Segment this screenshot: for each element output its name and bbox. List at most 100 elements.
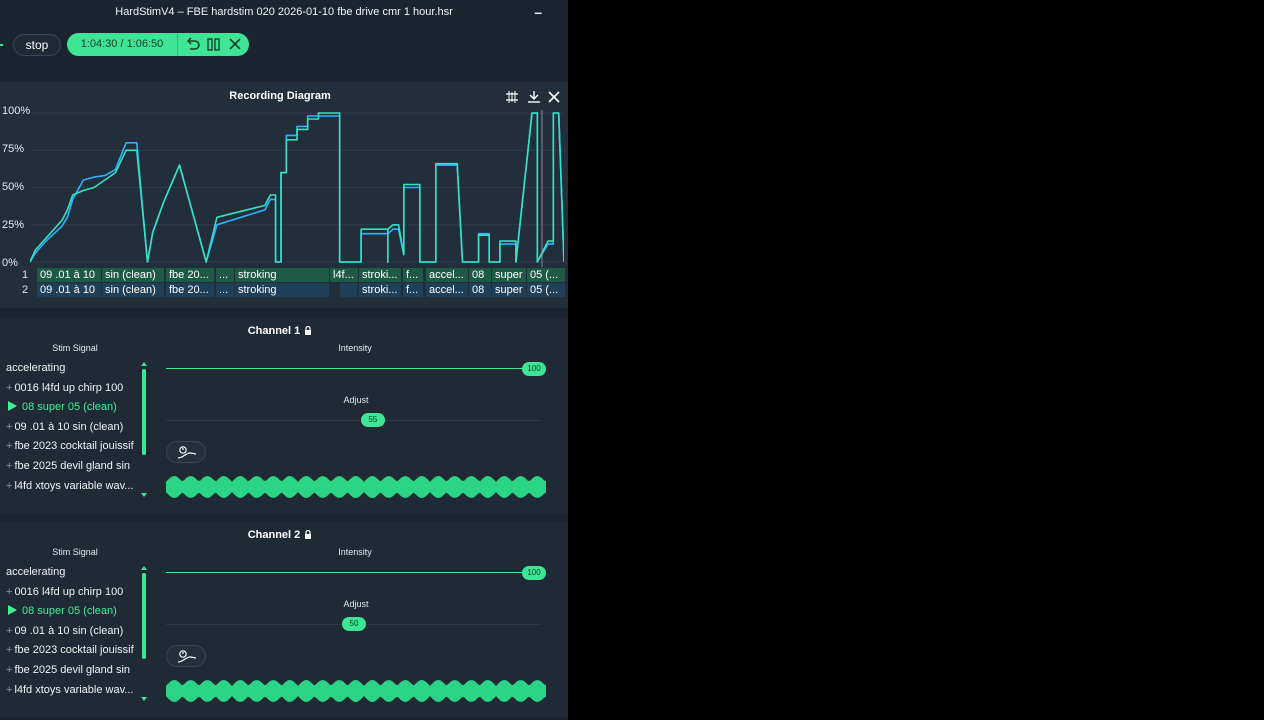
scroll-down-arrow[interactable]	[141, 493, 147, 497]
track-segment[interactable]: sin (clean)	[102, 268, 164, 282]
signal-item[interactable]: + fbe 2023 cocktail jouissif	[0, 437, 140, 457]
signal-prefix: +	[6, 440, 13, 453]
track-segment[interactable]: 08	[469, 283, 491, 297]
track-segment[interactable]: stroking	[235, 283, 329, 297]
signal-item-active[interactable]: 08 super 05 (clean)	[0, 398, 140, 418]
track-2[interactable]: 2 09 .01 à 10 sin (clean) fbe 20... ... …	[0, 283, 568, 297]
intensity-header: Intensity	[338, 547, 372, 557]
signal-prefix: +	[6, 585, 13, 598]
signal-item[interactable]: +0016 l4fd up chirp 100	[0, 583, 140, 603]
track-segment[interactable]: super	[492, 268, 526, 282]
waveform-graph-button[interactable]	[166, 645, 206, 667]
close-icon[interactable]	[226, 36, 244, 53]
track-segment[interactable]: fbe 20...	[166, 268, 214, 282]
signal-item[interactable]: + fbe 2023 cocktail jouissif	[0, 641, 140, 661]
track-segment[interactable]: 05 (...	[527, 268, 565, 282]
signal-label: fbe 2023 cocktail jouissif	[14, 644, 134, 657]
diagram-close-icon[interactable]	[547, 90, 561, 104]
track-segment[interactable]: 09 .01 à 10	[37, 283, 101, 297]
time-separator	[177, 33, 178, 56]
signal-item[interactable]: + fbe 2025 devil gland sin	[0, 661, 140, 681]
stim-signal-header: Stim Signal	[52, 343, 98, 353]
diagram-title: Recording Diagram	[229, 90, 331, 102]
track-segment[interactable]: stroki...	[359, 268, 401, 282]
track-segment[interactable]: stroking	[235, 268, 329, 282]
y-tick-label: 100%	[2, 105, 31, 117]
channel-2-panel: Channel 2 Stim Signal Intensity accelera…	[0, 522, 568, 717]
download-icon[interactable]	[527, 90, 541, 104]
track-segment[interactable]: f...	[403, 283, 423, 297]
track-segment[interactable]: f...	[403, 268, 423, 282]
signal-item[interactable]: + l4fd xtoys variable wav...	[0, 681, 140, 701]
signal-label: 0016 l4fd up chirp 100	[14, 381, 124, 394]
signal-label: 09 .01 à 10 sin (clean)	[14, 624, 124, 637]
signal-item[interactable]: +0016 l4fd up chirp 100	[0, 379, 140, 399]
signal-list-scrollbar[interactable]	[141, 362, 147, 497]
signal-prefix: +	[6, 663, 13, 676]
toolbar-edge-marker	[0, 44, 3, 46]
waveform-graph-button[interactable]	[166, 441, 206, 463]
adjust-slider-track[interactable]	[166, 420, 542, 421]
stim-signal-header: Stim Signal	[52, 547, 98, 557]
track-1[interactable]: 1 09 .01 à 10 sin (clean) fbe 20... ... …	[0, 268, 568, 282]
channel-1-panel: Channel 1 Stim Signal Intensity accelera…	[0, 318, 568, 513]
scroll-up-arrow[interactable]	[141, 566, 147, 570]
intensity-slider-thumb[interactable]: 100	[522, 566, 546, 580]
signal-item[interactable]: accelerating	[0, 359, 140, 379]
time-display: 1:04:30 / 1:06:50	[80, 38, 164, 50]
undo-icon[interactable]	[184, 36, 202, 53]
stim-signal-list: accelerating +0016 l4fd up chirp 100 08 …	[0, 563, 140, 700]
signal-item-active[interactable]: 08 super 05 (clean)	[0, 602, 140, 622]
intensity-slider-track[interactable]	[166, 572, 542, 573]
signal-item[interactable]: +09 .01 à 10 sin (clean)	[0, 622, 140, 642]
fit-icon[interactable]	[505, 90, 519, 104]
track-segment[interactable]	[340, 283, 357, 297]
intensity-slider-track[interactable]	[166, 368, 542, 369]
track-segment[interactable]: accel...	[426, 283, 468, 297]
scroll-thumb[interactable]	[142, 369, 146, 455]
signal-item[interactable]: +09 .01 à 10 sin (clean)	[0, 418, 140, 438]
pause-icon[interactable]	[205, 36, 223, 53]
signal-label: fbe 2025 devil gland sin	[14, 459, 131, 472]
signal-list-scrollbar[interactable]	[141, 566, 147, 701]
lock-icon[interactable]	[304, 530, 312, 539]
minimize-button[interactable]: –	[534, 0, 542, 24]
y-tick-label: 50%	[2, 181, 25, 193]
track-segment[interactable]: 09 .01 à 10	[37, 268, 101, 282]
track-segment[interactable]: stroki...	[359, 283, 401, 297]
signal-label: accelerating	[6, 566, 66, 578]
signal-item[interactable]: + fbe 2025 devil gland sin	[0, 457, 140, 477]
signal-item[interactable]: + l4fd xtoys variable wav...	[0, 477, 140, 497]
diagram-plot[interactable]	[30, 110, 564, 267]
signal-item[interactable]: accelerating	[0, 563, 140, 583]
track-segment[interactable]: sin (clean)	[102, 283, 164, 297]
track-segment[interactable]: l4f...	[330, 268, 358, 282]
playback-controls: 1:04:30 / 1:06:50	[67, 33, 249, 56]
signal-prefix: +	[6, 420, 13, 433]
track-segment[interactable]: 08	[469, 268, 491, 282]
intensity-slider-thumb[interactable]: 100	[522, 362, 546, 376]
toolbar: stop 1:04:30 / 1:06:50	[0, 24, 568, 70]
adjust-slider-thumb[interactable]: 50	[342, 617, 366, 631]
track-segment[interactable]: ...	[216, 283, 234, 297]
lock-icon[interactable]	[304, 326, 312, 335]
adjust-slider-thumb[interactable]: 55	[360, 413, 385, 427]
signal-prefix: +	[6, 459, 13, 472]
waveform-shape	[166, 680, 546, 702]
scroll-up-arrow[interactable]	[141, 362, 147, 366]
track-segment[interactable]: ...	[216, 268, 234, 282]
channel-title: Channel 2	[200, 529, 360, 541]
track-segment[interactable]: 05 (...	[527, 283, 565, 297]
signal-prefix: +	[6, 644, 13, 657]
scroll-thumb[interactable]	[142, 573, 146, 659]
track-segment[interactable]: accel...	[426, 268, 468, 282]
signal-label: 08 super 05 (clean)	[22, 605, 117, 618]
stop-button[interactable]: stop	[13, 34, 61, 56]
signal-label: 0016 l4fd up chirp 100	[14, 585, 124, 598]
signal-label: 09 .01 à 10 sin (clean)	[14, 420, 124, 433]
track-segment[interactable]: fbe 20...	[166, 283, 214, 297]
signal-label: fbe 2023 cocktail jouissif	[14, 440, 134, 453]
channel-title-text: Channel 1	[247, 325, 301, 337]
track-segment[interactable]: super	[492, 283, 526, 297]
scroll-down-arrow[interactable]	[141, 697, 147, 701]
